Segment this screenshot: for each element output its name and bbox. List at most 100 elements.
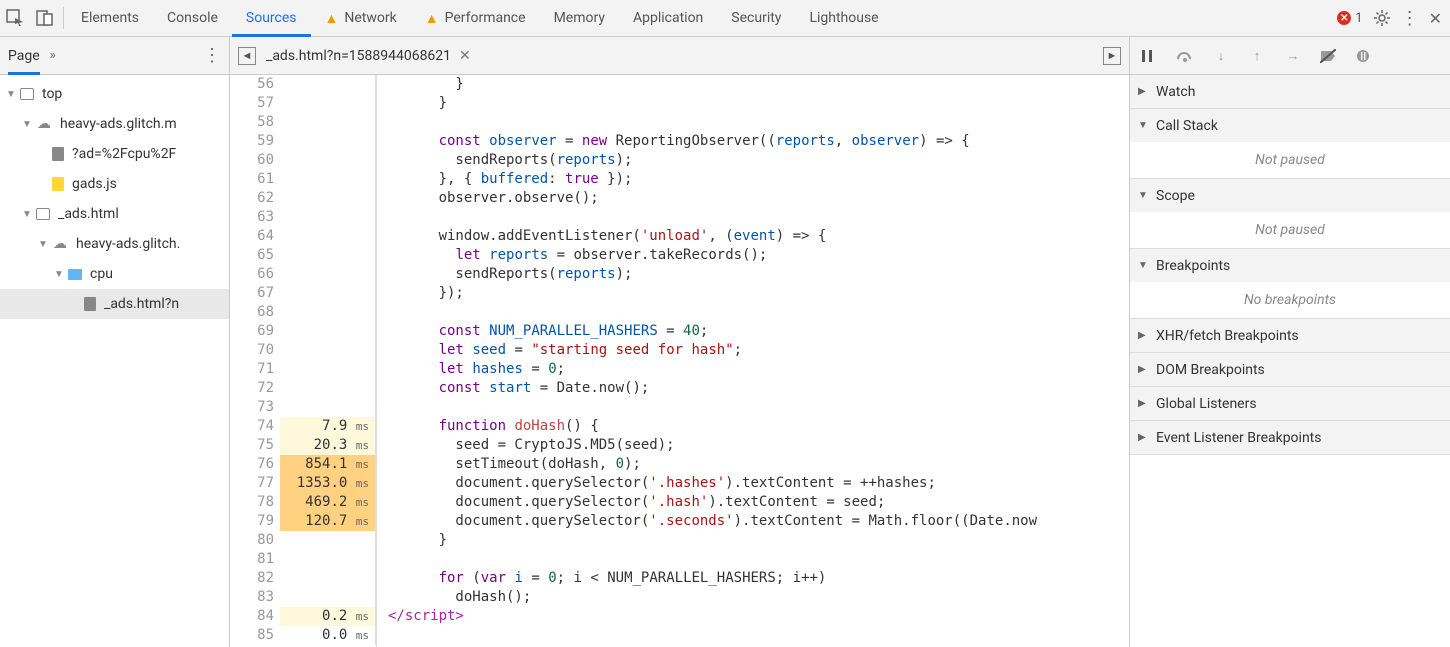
perf-timing bbox=[280, 246, 376, 265]
code-line[interactable]: 79120.7 ms document.querySelector('.seco… bbox=[230, 512, 1129, 531]
close-devtools-icon[interactable]: ✕ bbox=[1429, 9, 1442, 28]
panel-tab-label: Performance bbox=[445, 10, 526, 26]
debug-section: ▼ScopeNot paused bbox=[1130, 179, 1450, 249]
step-out-icon[interactable]: ↑ bbox=[1248, 48, 1266, 64]
panel-tab-sources[interactable]: Sources bbox=[232, 0, 311, 37]
code-text bbox=[376, 550, 388, 569]
line-number: 74 bbox=[230, 417, 280, 436]
code-line[interactable]: 69 const NUM_PARALLEL_HASHERS = 40; bbox=[230, 322, 1129, 341]
code-line[interactable]: 61 }, { buffered: true }); bbox=[230, 170, 1129, 189]
tree-item[interactable]: _ads.html?n bbox=[0, 289, 229, 319]
deactivate-breakpoints-icon[interactable] bbox=[1320, 49, 1338, 63]
more-tabs-icon[interactable]: » bbox=[50, 48, 56, 63]
nav-forward-icon[interactable]: ► bbox=[1103, 47, 1121, 65]
code-line[interactable]: 62 observer.observe(); bbox=[230, 189, 1129, 208]
debug-section-header[interactable]: ▼Scope bbox=[1130, 179, 1450, 212]
code-viewport[interactable]: 56 }57 }5859 const observer = new Report… bbox=[230, 75, 1129, 647]
code-line[interactable]: 80 } bbox=[230, 531, 1129, 550]
panel-tab-security[interactable]: Security bbox=[717, 0, 795, 37]
perf-timing bbox=[280, 75, 376, 94]
panel-tab-lighthouse[interactable]: Lighthouse bbox=[795, 0, 892, 37]
code-line[interactable]: 59 const observer = new ReportingObserve… bbox=[230, 132, 1129, 151]
code-text: } bbox=[376, 75, 464, 94]
panel-tab-network[interactable]: ▲Network bbox=[311, 0, 411, 37]
step-into-icon[interactable]: ↓ bbox=[1212, 48, 1230, 64]
debug-section-header[interactable]: ▶XHR/fetch Breakpoints bbox=[1130, 319, 1450, 352]
debug-section-header[interactable]: ▼Call Stack bbox=[1130, 109, 1450, 142]
code-line[interactable]: 7520.3 ms seed = CryptoJS.MD5(seed); bbox=[230, 436, 1129, 455]
twisty-icon: ▼ bbox=[54, 269, 64, 280]
code-line[interactable]: 83 doHash(); bbox=[230, 588, 1129, 607]
pause-on-exceptions-icon[interactable] bbox=[1356, 49, 1374, 63]
code-line[interactable]: 57 } bbox=[230, 94, 1129, 113]
code-line[interactable]: 65 let reports = observer.takeRecords(); bbox=[230, 246, 1129, 265]
panel-tab-console[interactable]: Console bbox=[153, 0, 232, 37]
settings-gear-icon[interactable] bbox=[1373, 9, 1391, 27]
tree-item[interactable]: gads.js bbox=[0, 169, 229, 199]
code-line[interactable]: 71 let hashes = 0; bbox=[230, 360, 1129, 379]
code-line[interactable]: 82 for (var i = 0; i < NUM_PARALLEL_HASH… bbox=[230, 569, 1129, 588]
navigator-menu-icon[interactable]: ⋮ bbox=[203, 45, 221, 66]
tree-item[interactable]: ▼_ads.html bbox=[0, 199, 229, 229]
device-toolbar-icon[interactable] bbox=[30, 9, 60, 27]
error-count-badge[interactable]: ✕ 1 bbox=[1337, 11, 1362, 26]
close-tab-icon[interactable]: ✕ bbox=[459, 48, 471, 64]
code-line[interactable]: 850.0 ms bbox=[230, 626, 1129, 645]
code-line[interactable]: 840.2 ms</script> bbox=[230, 607, 1129, 626]
code-text: const start = Date.now(); bbox=[376, 379, 649, 398]
tree-item[interactable]: ▼☁heavy-ads.glitch. bbox=[0, 229, 229, 259]
code-line[interactable]: 70 let seed = "starting seed for hash"; bbox=[230, 341, 1129, 360]
pause-icon[interactable] bbox=[1140, 49, 1158, 63]
code-line[interactable]: 60 sendReports(reports); bbox=[230, 151, 1129, 170]
tree-item[interactable]: ▼☁heavy-ads.glitch.m bbox=[0, 109, 229, 139]
debug-section-title: XHR/fetch Breakpoints bbox=[1156, 328, 1299, 344]
editor-tab[interactable]: _ads.html?n=1588944068621 ✕ bbox=[266, 48, 471, 64]
code-line[interactable]: 771353.0 ms document.querySelector('.has… bbox=[230, 474, 1129, 493]
line-number: 60 bbox=[230, 151, 280, 170]
tree-item[interactable]: ?ad=%2Fcpu%2F bbox=[0, 139, 229, 169]
step-over-icon[interactable] bbox=[1176, 49, 1194, 63]
debug-section-header[interactable]: ▶DOM Breakpoints bbox=[1130, 353, 1450, 386]
nav-back-icon[interactable]: ◄ bbox=[238, 47, 256, 65]
code-line[interactable]: 76854.1 ms setTimeout(doHash, 0); bbox=[230, 455, 1129, 474]
inspect-element-icon[interactable] bbox=[0, 9, 30, 27]
line-number: 62 bbox=[230, 189, 280, 208]
debug-section-header[interactable]: ▶Watch bbox=[1130, 75, 1450, 108]
code-line[interactable]: 66 sendReports(reports); bbox=[230, 265, 1129, 284]
code-line[interactable]: 68 bbox=[230, 303, 1129, 322]
panel-tab-memory[interactable]: Memory bbox=[540, 0, 619, 37]
perf-timing bbox=[280, 170, 376, 189]
debug-section-header[interactable]: ▶Global Listeners bbox=[1130, 387, 1450, 420]
line-number: 81 bbox=[230, 550, 280, 569]
perf-timing: 0.0 ms bbox=[280, 626, 376, 645]
code-line[interactable]: 747.9 ms function doHash() { bbox=[230, 417, 1129, 436]
panel-tab-performance[interactable]: ▲Performance bbox=[411, 0, 540, 37]
perf-timing: 20.3 ms bbox=[280, 436, 376, 455]
more-options-icon[interactable]: ⋮ bbox=[1401, 8, 1419, 29]
tree-item[interactable]: ▼cpu bbox=[0, 259, 229, 289]
debug-section-header[interactable]: ▶Event Listener Breakpoints bbox=[1130, 421, 1450, 454]
tree-item[interactable]: ▼top bbox=[0, 79, 229, 109]
panel-tab-application[interactable]: Application bbox=[619, 0, 717, 37]
line-number: 78 bbox=[230, 493, 280, 512]
code-line[interactable]: 72 const start = Date.now(); bbox=[230, 379, 1129, 398]
debug-section-title: Event Listener Breakpoints bbox=[1156, 430, 1321, 446]
code-line[interactable]: 63 bbox=[230, 208, 1129, 227]
debug-section: ▼Call StackNot paused bbox=[1130, 109, 1450, 179]
code-text: }); bbox=[376, 284, 464, 303]
code-line[interactable]: 56 } bbox=[230, 75, 1129, 94]
code-line[interactable]: 81 bbox=[230, 550, 1129, 569]
step-icon[interactable]: → bbox=[1284, 48, 1302, 64]
navigator-header: Page » ⋮ bbox=[0, 37, 229, 75]
twisty-icon: ▼ bbox=[22, 209, 32, 220]
code-line[interactable]: 67 }); bbox=[230, 284, 1129, 303]
panel-tab-elements[interactable]: Elements bbox=[67, 0, 153, 37]
code-line[interactable]: 73 bbox=[230, 398, 1129, 417]
debug-section-header[interactable]: ▼Breakpoints bbox=[1130, 249, 1450, 282]
navigator-tab-page[interactable]: Page bbox=[8, 37, 40, 75]
code-line[interactable]: 58 bbox=[230, 113, 1129, 132]
code-line[interactable]: 64 window.addEventListener('unload', (ev… bbox=[230, 227, 1129, 246]
code-line[interactable]: 78469.2 ms document.querySelector('.hash… bbox=[230, 493, 1129, 512]
code-text: </script> bbox=[376, 607, 464, 626]
debug-section: ▶Global Listeners bbox=[1130, 387, 1450, 421]
